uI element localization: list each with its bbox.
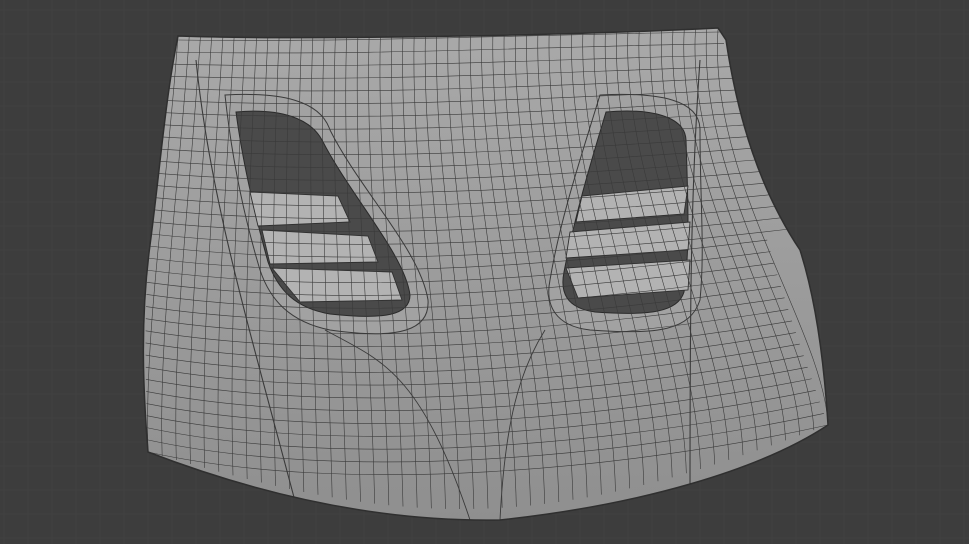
hood-mesh[interactable] bbox=[0, 0, 969, 544]
vent-slat bbox=[249, 191, 351, 227]
3d-viewport[interactable] bbox=[0, 0, 969, 544]
